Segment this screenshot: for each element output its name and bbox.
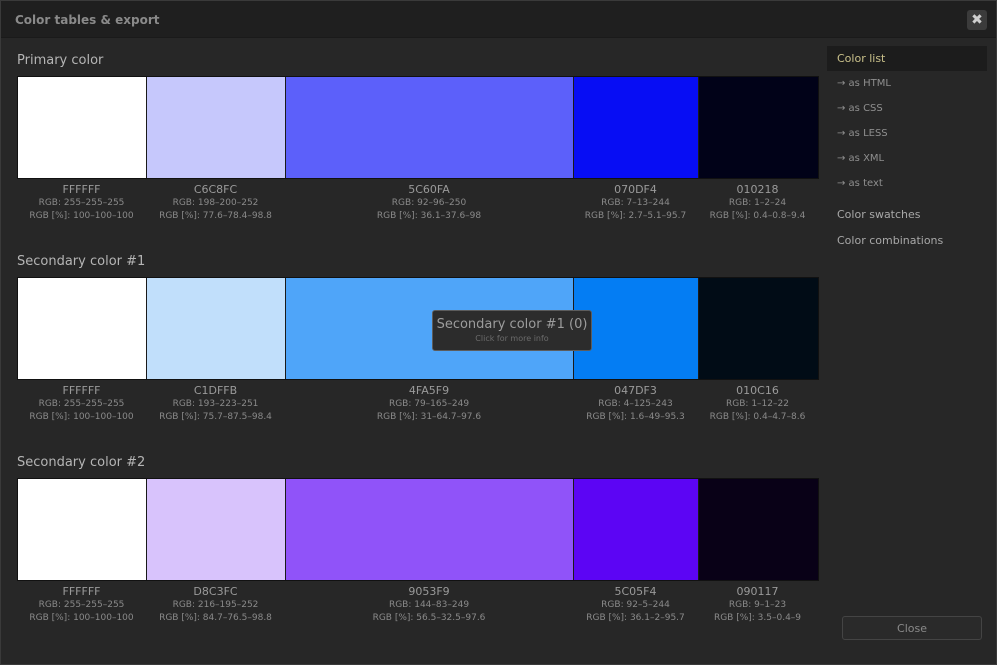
hex-label: 5C60FA [408, 183, 450, 196]
swatch[interactable] [574, 479, 699, 580]
swatch-info: 5C60FA RGB: 92–96–250 RGB [%]: 36.1–37.6… [285, 183, 573, 223]
hex-label: 010C16 [736, 384, 779, 397]
swatch-info: C1DFFB RGB: 193–223–251 RGB [%]: 75.7–87… [146, 384, 285, 424]
swatch[interactable] [699, 77, 818, 178]
rgb-label: RGB: 92–5–244 [601, 600, 670, 610]
swatch[interactable] [699, 278, 818, 379]
swatch-info: 4FA5F9 RGB: 79–165–249 RGB [%]: 31–64.7–… [285, 384, 573, 424]
swatch-info: D8C3FC RGB: 216–195–252 RGB [%]: 84.7–76… [146, 585, 285, 625]
close-button[interactable]: Close [842, 616, 982, 640]
swatch-tooltip[interactable]: Secondary color #1 (0) Click for more in… [432, 310, 592, 351]
swatch-info: 5C05F4 RGB: 92–5–244 RGB [%]: 36.1–2–95.… [573, 585, 698, 625]
hex-label: 070DF4 [614, 183, 657, 196]
swatch[interactable] [286, 479, 574, 580]
tooltip-subtitle: Click for more info [475, 334, 549, 343]
section-title-primary: Primary color [17, 53, 104, 68]
hex-label: FFFFFF [62, 585, 101, 598]
swatch-info: 090117 RGB: 9–1–23 RGB [%]: 3.5–0.4–9 [698, 585, 817, 625]
swatch-info: 010218 RGB: 1–2–24 RGB [%]: 0.4–0.8–9.4 [698, 183, 817, 223]
swatch[interactable] [147, 278, 286, 379]
swatch[interactable] [574, 77, 699, 178]
rgb-percent-label: RGB [%]: 36.1–37.6–98 [376, 211, 482, 221]
sidebar-item-as-css[interactable]: → as CSS [827, 96, 987, 121]
rgb-percent-label: RGB [%]: 100–100–100 [29, 613, 134, 623]
hex-label: 4FA5F9 [408, 384, 450, 397]
secondary-2-swatch-strip [17, 478, 819, 581]
rgb-percent-label: RGB [%]: 100–100–100 [29, 211, 134, 221]
hex-label: 090117 [736, 585, 779, 598]
dialog-title: Color tables & export [15, 13, 160, 27]
hex-label: C6C8FC [193, 183, 238, 196]
rgb-percent-label: RGB [%]: 56.5–32.5–97.6 [372, 613, 486, 623]
rgb-label: RGB: 216–195–252 [172, 600, 259, 610]
rgb-percent-label: RGB [%]: 0.4–0.8–9.4 [709, 211, 806, 221]
rgb-label: RGB: 255–255–255 [38, 399, 125, 409]
hex-label: 9053F9 [408, 585, 450, 598]
hex-label: D8C3FC [193, 585, 238, 598]
swatch-info: 047DF3 RGB: 4–125–243 RGB [%]: 1.6–49–95… [573, 384, 698, 424]
secondary-1-swatch-strip [17, 277, 819, 380]
sidebar-item-as-xml[interactable]: → as XML [827, 146, 987, 171]
rgb-percent-label: RGB [%]: 3.5–0.4–9 [713, 613, 802, 623]
rgb-label: RGB: 79–165–249 [388, 399, 470, 409]
hex-label: 010218 [736, 183, 779, 196]
sidebar-item-as-html[interactable]: → as HTML [827, 71, 987, 96]
rgb-label: RGB: 4–125–243 [598, 399, 673, 409]
sidebar-item-as-less[interactable]: → as LESS [827, 121, 987, 146]
close-icon[interactable]: ✖ [967, 10, 987, 30]
rgb-label: RGB: 92–96–250 [391, 198, 467, 208]
rgb-percent-label: RGB [%]: 77.6–78.4–98.8 [159, 211, 272, 221]
swatch[interactable] [574, 278, 699, 379]
sidebar-item-color-list[interactable]: Color list [827, 46, 987, 71]
swatch[interactable] [18, 479, 147, 580]
rgb-label: RGB: 1–2–24 [728, 198, 787, 208]
rgb-percent-label: RGB [%]: 36.1–2–95.7 [586, 613, 685, 623]
swatch-info: 010C16 RGB: 1–12–22 RGB [%]: 0.4–4.7–8.6 [698, 384, 817, 424]
swatch[interactable] [147, 77, 286, 178]
hex-label: FFFFFF [62, 183, 101, 196]
rgb-label: RGB: 198–200–252 [172, 198, 259, 208]
hex-label: C1DFFB [193, 384, 238, 397]
sidebar-item-color-combinations[interactable]: Color combinations [827, 228, 987, 253]
rgb-label: RGB: 1–12–22 [726, 399, 789, 409]
rgb-label: RGB: 193–223–251 [172, 399, 259, 409]
swatch[interactable] [18, 77, 147, 178]
rgb-percent-label: RGB [%]: 31–64.7–97.6 [376, 412, 482, 422]
rgb-label: RGB: 144–83–249 [388, 600, 470, 610]
rgb-percent-label: RGB [%]: 100–100–100 [29, 412, 134, 422]
tooltip-title: Secondary color #1 (0) [436, 317, 588, 332]
rgb-percent-label: RGB [%]: 1.6–49–95.3 [586, 412, 685, 422]
swatch-info: FFFFFF RGB: 255–255–255 RGB [%]: 100–100… [17, 183, 146, 223]
swatch[interactable] [699, 479, 818, 580]
rgb-label: RGB: 7–13–244 [601, 198, 670, 208]
swatch[interactable] [147, 479, 286, 580]
rgb-percent-label: RGB [%]: 0.4–4.7–8.6 [709, 412, 806, 422]
rgb-label: RGB: 9–1–23 [728, 600, 787, 610]
rgb-percent-label: RGB [%]: 2.7–5.1–95.7 [584, 211, 687, 221]
swatch-info: 070DF4 RGB: 7–13–244 RGB [%]: 2.7–5.1–95… [573, 183, 698, 223]
swatch-info: C6C8FC RGB: 198–200–252 RGB [%]: 77.6–78… [146, 183, 285, 223]
color-tables-dialog: Color tables & export ✖ Primary color FF… [0, 0, 997, 665]
section-title-secondary-2: Secondary color #2 [17, 455, 146, 470]
rgb-percent-label: RGB [%]: 84.7–76.5–98.8 [159, 613, 272, 623]
sidebar-item-color-swatches[interactable]: Color swatches [827, 202, 987, 227]
swatch[interactable] [286, 77, 574, 178]
rgb-label: RGB: 255–255–255 [38, 198, 125, 208]
hex-label: FFFFFF [62, 384, 101, 397]
dialog-titlebar: Color tables & export ✖ [1, 1, 996, 38]
rgb-label: RGB: 255–255–255 [38, 600, 125, 610]
export-sidebar: Color list → as HTML → as CSS → as LESS … [827, 46, 987, 253]
primary-swatch-strip [17, 76, 819, 179]
hex-label: 5C05F4 [614, 585, 657, 598]
hex-label: 047DF3 [614, 384, 657, 397]
swatch-info: 9053F9 RGB: 144–83–249 RGB [%]: 56.5–32.… [285, 585, 573, 625]
swatch-info: FFFFFF RGB: 255–255–255 RGB [%]: 100–100… [17, 585, 146, 625]
swatch[interactable] [18, 278, 147, 379]
rgb-percent-label: RGB [%]: 75.7–87.5–98.4 [159, 412, 272, 422]
section-title-secondary-1: Secondary color #1 [17, 254, 146, 269]
sidebar-item-as-text[interactable]: → as text [827, 171, 987, 196]
swatch-info: FFFFFF RGB: 255–255–255 RGB [%]: 100–100… [17, 384, 146, 424]
